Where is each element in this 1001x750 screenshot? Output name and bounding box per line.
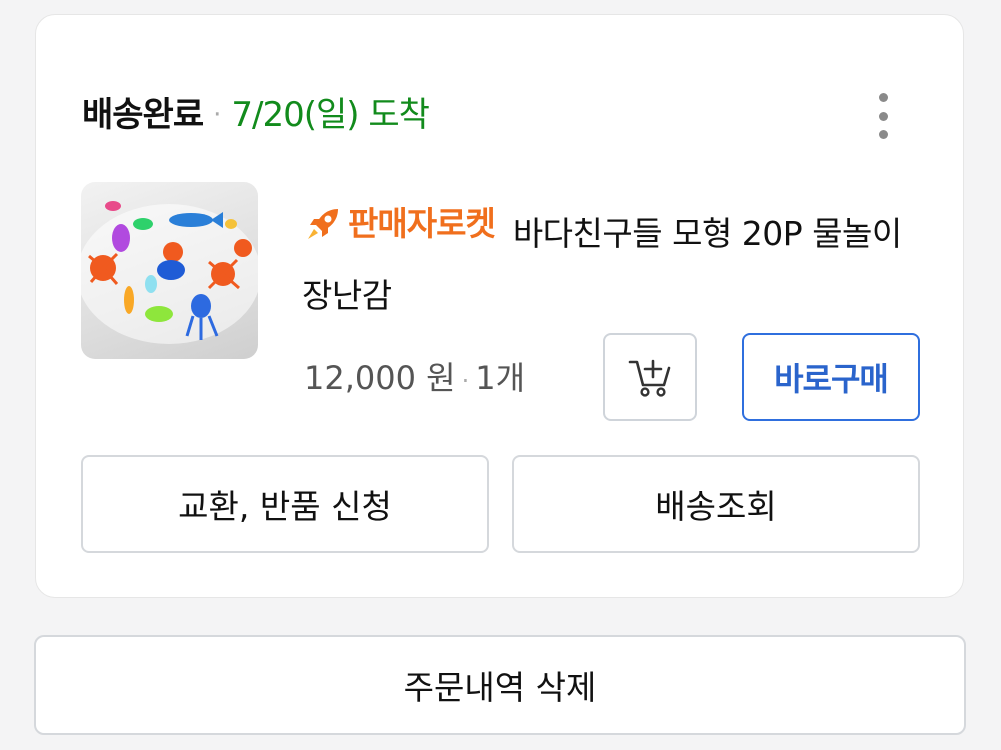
price-separator: ·	[461, 367, 470, 395]
delivery-status: 배송완료	[82, 95, 204, 135]
rocket-icon	[308, 209, 338, 239]
exchange-return-button[interactable]: 교환, 반품 신청	[81, 455, 489, 553]
track-delivery-button[interactable]: 배송조회	[512, 455, 920, 553]
product-quantity: 1개	[475, 359, 526, 397]
product-price: 12,000 원	[304, 359, 456, 397]
more-options-icon[interactable]	[865, 93, 901, 139]
arrival-date: 7/20(일) 도착	[231, 95, 430, 135]
status-separator: ·	[213, 100, 222, 130]
add-to-cart-button[interactable]	[603, 333, 697, 421]
product-title[interactable]: 판매자로켓 바다친구들 모형 20P 물놀이 장난감	[302, 193, 914, 327]
product-thumbnail[interactable]	[81, 182, 258, 359]
order-card: 배송완료 · 7/20(일) 도착 판매자로켓 바다친구들 모형 20P 물놀이…	[35, 14, 964, 598]
add-to-cart-icon	[628, 359, 671, 397]
delete-order-button[interactable]: 주문내역 삭제	[34, 635, 966, 735]
price-quantity-row: 12,000 원 · 1개	[304, 353, 525, 403]
delivery-status-row: 배송완료 · 7/20(일) 도착	[82, 87, 430, 143]
badge-label: 판매자로켓	[348, 204, 496, 243]
seller-rocket-badge: 판매자로켓	[302, 193, 496, 255]
buy-now-button[interactable]: 바로구매	[742, 333, 920, 421]
